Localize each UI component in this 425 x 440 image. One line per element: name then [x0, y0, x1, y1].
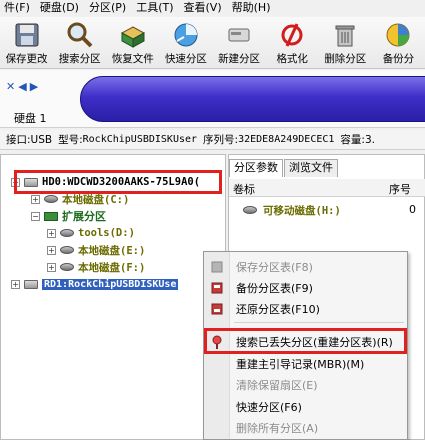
usb-disk-icon	[24, 279, 38, 289]
format-icon	[277, 21, 307, 49]
save-changes-button[interactable]: 保存更改	[0, 17, 53, 69]
previous-disk-icon[interactable]: ◀	[18, 80, 26, 93]
model-value: RockChipUSBDISKUser	[82, 134, 198, 145]
delete-partition-button[interactable]: 删除分区	[319, 17, 372, 69]
serial-value: 32EDE8A249DECEC1	[238, 134, 335, 145]
recover-box-icon	[118, 21, 148, 49]
tree-tools-d[interactable]: + tools(D:)	[47, 224, 135, 242]
menu-bar: 件(F) 硬盘(D) 分区(P) 工具(T) 查看(V) 帮助(H)	[0, 0, 425, 17]
tree-local-f-label: 本地磁盘(F:)	[78, 261, 146, 274]
menu-tools[interactable]: 工具(T)	[132, 0, 179, 17]
col-number[interactable]: 序号	[389, 181, 411, 197]
extended-partition-icon	[44, 211, 58, 221]
tree-tools-d-label: tools(D:)	[78, 227, 135, 239]
menu-clear-reserved-sectors[interactable]: 清除保留扇区(E)	[204, 375, 409, 395]
model-label: 型号:	[58, 134, 83, 146]
partition-icon	[60, 263, 74, 271]
expand-icon[interactable]: +	[31, 194, 40, 204]
disk-nav: ✕ ◀ ▶	[6, 80, 38, 93]
backup-partition-button[interactable]: 备份分	[372, 17, 425, 69]
close-icon[interactable]: ✕	[6, 80, 15, 93]
highlight-box-hdd0	[14, 170, 222, 194]
tree-rd1[interactable]: + RD1:RockChipUSBDISKUse	[11, 275, 179, 293]
backup-table-icon	[204, 282, 230, 294]
tab-browse-files[interactable]: 浏览文件	[284, 159, 338, 177]
save-icon	[12, 21, 42, 49]
menu-restore-partition-table[interactable]: 还原分区表(F10)	[204, 299, 409, 319]
menu-delete-all-partitions[interactable]: 删除所有分区(A)	[204, 418, 409, 438]
capacity-text: 容量:3.	[340, 134, 375, 146]
tree-local-f[interactable]: + 本地磁盘(F:)	[47, 258, 145, 276]
quick-partition-icon	[171, 21, 201, 49]
menu-save-partition-table[interactable]: 保存分区表(F8)	[204, 257, 409, 277]
serial-label: 序列号:	[203, 134, 239, 146]
partition-icon	[60, 229, 74, 237]
recover-files-button[interactable]: 恢复文件	[106, 17, 159, 69]
tree-local-e-label: 本地磁盘(E:)	[78, 244, 146, 257]
backup-icon	[383, 21, 413, 49]
new-partition-icon	[224, 21, 254, 49]
disk-partition-bar[interactable]	[80, 76, 425, 122]
menu-separator	[234, 322, 404, 323]
restore-table-icon	[204, 303, 230, 315]
partition-row-number: 0	[409, 203, 416, 216]
expand-icon[interactable]: +	[11, 279, 20, 289]
interface-text: 接口:USB	[6, 134, 53, 146]
partition-icon	[44, 195, 58, 203]
expand-icon[interactable]: +	[47, 262, 56, 272]
disk-info-bar: 接口:USB 型号: RockChipUSBDISKUser 序列号: 32ED…	[0, 130, 425, 150]
menu-backup-partition-table[interactable]: 备份分区表(F9)	[204, 278, 409, 298]
next-disk-icon[interactable]: ▶	[30, 80, 38, 93]
partition-row[interactable]: 可移动磁盘(H:) 0	[229, 201, 425, 219]
highlight-box-search-lost	[204, 328, 407, 354]
search-partition-button[interactable]: 搜索分区	[53, 17, 106, 69]
menu-view[interactable]: 查看(V)	[180, 0, 228, 17]
menu-quick-partition[interactable]: 快速分区(F6)	[204, 397, 409, 417]
save-table-icon	[204, 261, 230, 273]
expand-icon[interactable]: +	[47, 228, 56, 238]
disk-bar: ✕ ◀ ▶ 硬盘 1	[0, 70, 425, 128]
expand-icon[interactable]: +	[47, 245, 56, 255]
context-menu: 保存分区表(F8) 备份分区表(F9) 还原分区表(F10) 搜索已丢失分区(重…	[203, 251, 408, 440]
partition-row-label: 可移动磁盘(H:)	[263, 205, 341, 217]
tree-extended[interactable]: − 扩展分区	[31, 207, 106, 225]
partition-icon	[243, 206, 257, 214]
trash-icon	[330, 21, 360, 49]
new-partition-button[interactable]: 新建分区	[213, 17, 266, 69]
format-button[interactable]: 格式化	[266, 17, 319, 69]
disk-label: 硬盘 1	[14, 112, 47, 125]
collapse-icon[interactable]: −	[31, 211, 40, 221]
toolbar: 保存更改 搜索分区 恢复文件 快速分区 新建分区 格式化 删除分区 备份分	[0, 17, 425, 69]
tab-partition-params[interactable]: 分区参数	[229, 159, 283, 177]
quick-partition-button[interactable]: 快速分区	[159, 17, 212, 69]
menu-file[interactable]: 件(F)	[0, 0, 36, 17]
panel-tabs: 分区参数 浏览文件	[229, 159, 339, 177]
col-label[interactable]: 卷标	[233, 181, 255, 197]
partition-icon	[60, 246, 74, 254]
menu-disk[interactable]: 硬盘(D)	[36, 0, 85, 17]
tree-rd1-label: RD1:RockChipUSBDISKUse	[42, 278, 179, 290]
menu-rebuild-mbr[interactable]: 重建主引导记录(MBR)(M)	[204, 354, 409, 374]
tree-local-e[interactable]: + 本地磁盘(E:)	[47, 241, 145, 259]
menu-partition[interactable]: 分区(P)	[85, 0, 132, 17]
column-header: 卷标 序号	[229, 179, 425, 197]
disk-tree: − HD0:WDCWD3200AAKS-75L9A0( + 本地磁盘(C:) −…	[0, 154, 226, 440]
magnifier-icon	[65, 21, 95, 49]
menu-help[interactable]: 帮助(H)	[228, 0, 277, 17]
tree-extended-label: 扩展分区	[62, 210, 106, 223]
